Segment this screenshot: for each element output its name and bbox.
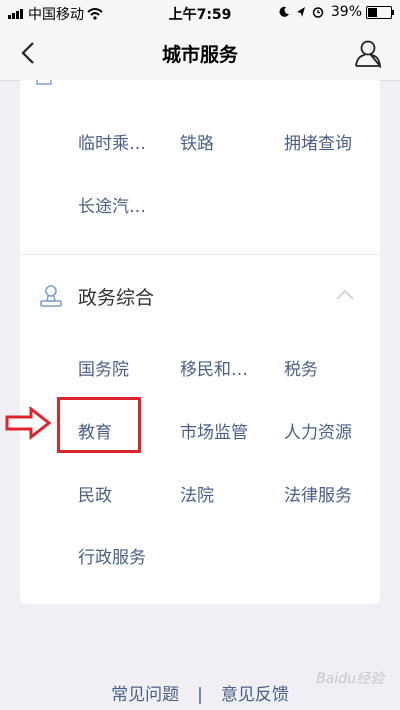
service-item[interactable]: 人力资源 [284,418,352,443]
service-item[interactable]: 长途汽… [78,192,146,217]
status-right: 39% [275,4,394,20]
feedback-link[interactable]: 意见反馈 [221,680,289,705]
service-item[interactable]: 临时乘… [78,129,146,154]
section-divider [20,254,380,255]
battery-percent: 39% [330,4,362,20]
faq-link[interactable]: 常见问题 [111,680,179,705]
service-item[interactable]: 法院 [180,481,214,506]
chevron-up-icon[interactable] [334,288,356,302]
partially-visible-icon [36,80,52,85]
watermark-logo: Baidu经验 [316,671,384,687]
footer-separator: | [197,685,203,705]
service-item[interactable]: 法律服务 [284,481,352,506]
section-title: 政务综合 [78,287,155,309]
location-icon [296,7,305,17]
service-item[interactable]: 市场监管 [180,418,248,443]
battery-icon [366,5,394,19]
pointer-arrow-icon [5,406,52,440]
alarm-icon [312,7,324,18]
nav-bar: 城市服务 [0,26,400,81]
service-item[interactable]: 税务 [284,355,318,380]
stamp-icon [40,285,62,307]
service-item[interactable]: 行政服务 [78,543,146,568]
highlight-box [57,397,141,453]
page-title: 城市服务 [161,44,238,66]
service-item[interactable]: 拥堵查询 [284,129,352,154]
service-item[interactable]: 铁路 [180,129,214,154]
service-item[interactable]: 民政 [78,481,112,506]
moon-icon [279,6,289,17]
service-item[interactable]: 国务院 [78,355,129,380]
status-bar: 中国移动 上午7:59 39% [0,0,400,26]
services-card [20,80,380,604]
service-item[interactable]: 移民和… [180,355,248,380]
user-profile-icon[interactable] [354,38,382,68]
